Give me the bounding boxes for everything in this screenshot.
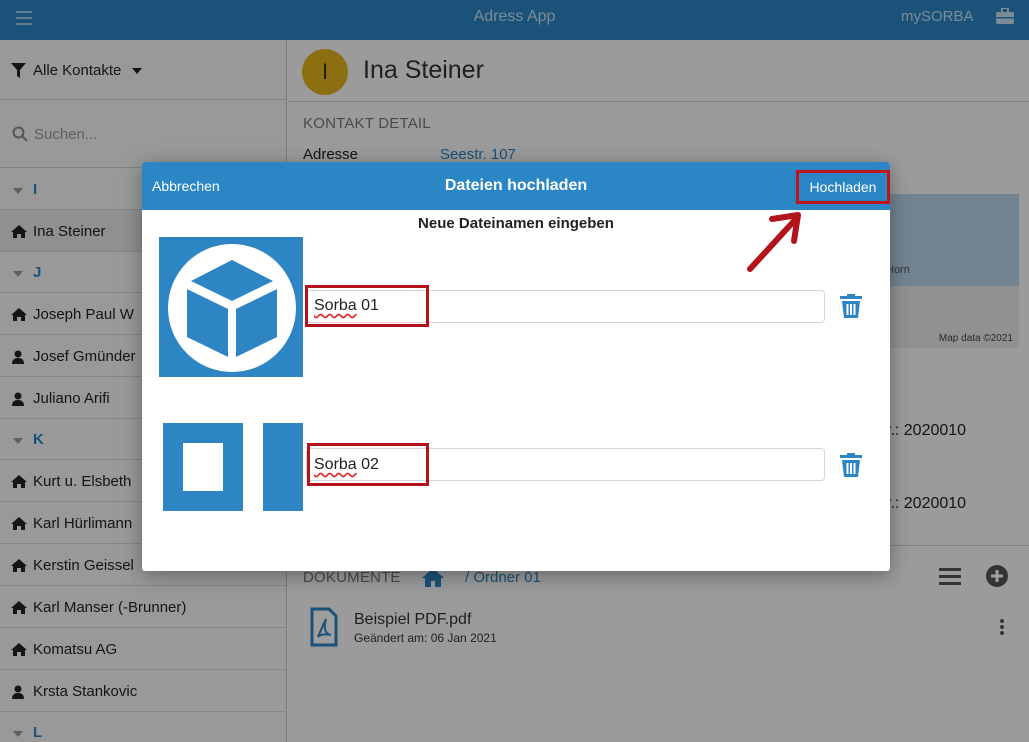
trash-icon-1[interactable] — [840, 294, 862, 318]
file-thumbnail-2 — [159, 417, 303, 517]
dialog-title: Dateien hochladen — [444, 177, 588, 194]
highlight-box-1 — [305, 285, 429, 327]
upload-button[interactable]: Hochladen — [796, 170, 890, 204]
trash-icon-2[interactable] — [840, 453, 862, 477]
annotation-arrow-icon — [747, 212, 801, 272]
file-thumbnail-1 — [159, 237, 303, 377]
highlight-box-2 — [307, 443, 429, 486]
dialog-header: Abbrechen Dateien hochladen Hochladen — [142, 162, 890, 210]
